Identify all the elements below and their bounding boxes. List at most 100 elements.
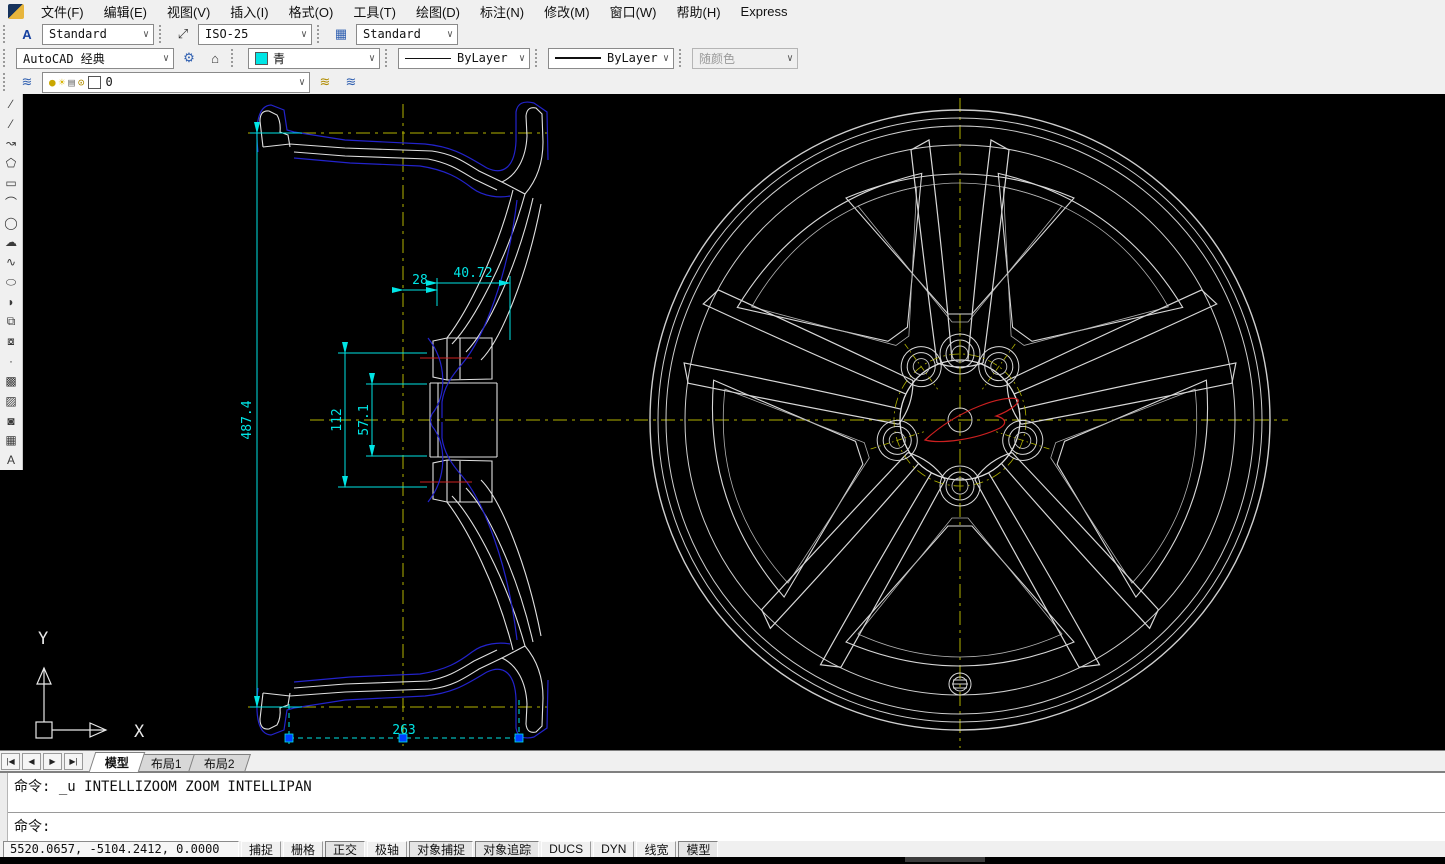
- tab-next-button[interactable]: ▶: [43, 753, 62, 770]
- workspace-value: AutoCAD 经典: [23, 50, 161, 67]
- make-layer-current-icon[interactable]: ≋: [314, 72, 336, 92]
- dimension-lines[interactable]: [250, 133, 510, 707]
- color-combo[interactable]: 青 ∨: [248, 48, 380, 69]
- lineweight-value: ByLayer: [607, 51, 661, 65]
- layer-thaw-icon[interactable]: ☀: [59, 76, 66, 89]
- chevron-down-icon: ∨: [141, 29, 151, 40]
- table-style-value: Standard: [363, 27, 445, 41]
- menu-format[interactable]: 格式(O): [280, 0, 343, 23]
- tab-first-button[interactable]: |◀: [1, 753, 20, 770]
- revision-cloud-tool[interactable]: ☁: [0, 233, 22, 253]
- ducs-toggle[interactable]: DUCS: [541, 841, 591, 858]
- menu-help[interactable]: 帮助(H): [668, 0, 730, 23]
- chevron-down-icon: ∨: [785, 53, 795, 64]
- chevron-down-icon: ∨: [297, 77, 307, 88]
- mtext-tool[interactable]: A: [0, 450, 22, 470]
- menu-express[interactable]: Express: [732, 2, 797, 21]
- menu-view[interactable]: 视图(V): [158, 0, 219, 23]
- toolbar-grip[interactable]: [535, 49, 542, 67]
- tab-prev-button[interactable]: ◀: [22, 753, 41, 770]
- table-style-icon[interactable]: ▦: [330, 24, 352, 44]
- window-bottom-edge: [0, 857, 1445, 864]
- ucs-y-label: Y: [38, 629, 48, 649]
- layer-properties-icon[interactable]: ≋: [16, 72, 38, 92]
- point-tool[interactable]: ·: [0, 351, 22, 371]
- region-tool[interactable]: ◙: [0, 411, 22, 431]
- polygon-tool[interactable]: ⬠: [0, 153, 22, 173]
- line-tool[interactable]: ∕: [0, 94, 22, 114]
- app-logo-icon[interactable]: [8, 4, 24, 19]
- text-style-icon[interactable]: A: [16, 24, 38, 44]
- lineweight-combo[interactable]: ByLayer ∨: [548, 48, 674, 69]
- color-swatch: [255, 52, 268, 65]
- ellipse-tool[interactable]: ⬭: [0, 272, 22, 292]
- insert-block-tool[interactable]: ⧉: [0, 312, 22, 332]
- dim-571-text: 57.1: [357, 404, 372, 435]
- menu-draw[interactable]: 绘图(D): [407, 0, 469, 23]
- make-block-tool[interactable]: ⧇: [0, 332, 22, 352]
- command-window-grip[interactable]: [0, 773, 8, 843]
- drawing-canvas[interactable]: 487.4 112 57.1 28 40.72 263: [0, 94, 1445, 750]
- workspace-settings-icon[interactable]: ⚙: [178, 48, 200, 68]
- rectangle-tool[interactable]: ▭: [0, 173, 22, 193]
- menu-dimension[interactable]: 标注(N): [471, 0, 533, 23]
- dim-style-icon[interactable]: ⤢: [172, 24, 194, 44]
- polar-toggle[interactable]: 极轴: [367, 841, 407, 858]
- gradient-tool[interactable]: ▨: [0, 391, 22, 411]
- ortho-toggle[interactable]: 正交: [325, 841, 365, 858]
- toolbar-grip[interactable]: [317, 25, 324, 43]
- toolbar-grip[interactable]: [159, 25, 166, 43]
- toolbar-grip[interactable]: [231, 49, 238, 67]
- circle-tool[interactable]: ◯: [0, 213, 22, 233]
- menu-window[interactable]: 窗口(W): [601, 0, 666, 23]
- chevron-down-icon: ∨: [445, 29, 455, 40]
- coordinate-display[interactable]: 5520.0657, -5104.2412, 0.0000: [3, 841, 239, 858]
- command-history[interactable]: 命令: _u INTELLIZOOM ZOOM INTELLIPAN: [8, 773, 1445, 813]
- styles-toolbar: A Standard ∨ ⤢ ISO-25 ∨ ▦ Standard ∨: [0, 22, 1445, 47]
- text-style-combo[interactable]: Standard ∨: [42, 24, 154, 45]
- construction-line-tool[interactable]: ⁄: [0, 114, 22, 134]
- spline-tool[interactable]: ∿: [0, 252, 22, 272]
- hatch-tool[interactable]: ▩: [0, 371, 22, 391]
- menu-file[interactable]: 文件(F): [32, 0, 93, 23]
- toolbar-grip[interactable]: [679, 49, 686, 67]
- tab-last-button[interactable]: ▶|: [64, 753, 83, 770]
- toolbar-grip[interactable]: [3, 49, 10, 67]
- snap-toggle[interactable]: 捕捉: [241, 841, 281, 858]
- workspace-combo[interactable]: AutoCAD 经典 ∨: [16, 48, 174, 69]
- toolbar-grip[interactable]: [385, 49, 392, 67]
- save-workspace-icon[interactable]: ⌂: [204, 48, 226, 68]
- chevron-down-icon: ∨: [517, 53, 527, 64]
- dim-28-text: 28: [412, 273, 428, 288]
- osnap-toggle[interactable]: 对象捕捉: [409, 841, 473, 858]
- grid-toggle[interactable]: 栅格: [283, 841, 323, 858]
- ucs-x-label: X: [134, 722, 145, 742]
- menu-tools[interactable]: 工具(T): [344, 0, 405, 23]
- menu-insert[interactable]: 插入(I): [221, 0, 277, 23]
- dyn-toggle[interactable]: DYN: [593, 841, 634, 858]
- layer-previous-icon[interactable]: ≋: [340, 72, 362, 92]
- toolbar-grip[interactable]: [3, 25, 10, 43]
- arc-tool[interactable]: ⌒: [0, 193, 22, 213]
- linetype-combo[interactable]: ByLayer ∨: [398, 48, 530, 69]
- ellipse-arc-tool[interactable]: ◗: [0, 292, 22, 312]
- table-style-combo[interactable]: Standard ∨: [356, 24, 458, 45]
- layer-combo[interactable]: ● ☀ ▤ ⊙ 0 ∨: [42, 72, 310, 93]
- menu-edit[interactable]: 编辑(E): [95, 0, 156, 23]
- command-input[interactable]: 命令:: [8, 813, 1445, 843]
- otrack-toggle[interactable]: 对象追踪: [475, 841, 539, 858]
- dim-style-combo[interactable]: ISO-25 ∨: [198, 24, 312, 45]
- layer-on-icon[interactable]: ●: [49, 76, 56, 89]
- layer-unlock-icon[interactable]: ⊙: [78, 76, 85, 89]
- lineweight-sample: [555, 57, 601, 59]
- polyline-tool[interactable]: ↝: [0, 134, 22, 154]
- tab-model[interactable]: 模型: [89, 752, 146, 772]
- centerlines: [248, 98, 1288, 748]
- menu-modify[interactable]: 修改(M): [535, 0, 599, 23]
- tab-layout2[interactable]: 布局2: [188, 754, 251, 772]
- table-tool[interactable]: ▦: [0, 431, 22, 451]
- model-space-toggle[interactable]: 模型: [678, 841, 718, 858]
- layer-plot-icon[interactable]: ▤: [68, 76, 75, 89]
- lineweight-toggle[interactable]: 线宽: [636, 841, 676, 858]
- toolbar-grip[interactable]: [3, 73, 10, 91]
